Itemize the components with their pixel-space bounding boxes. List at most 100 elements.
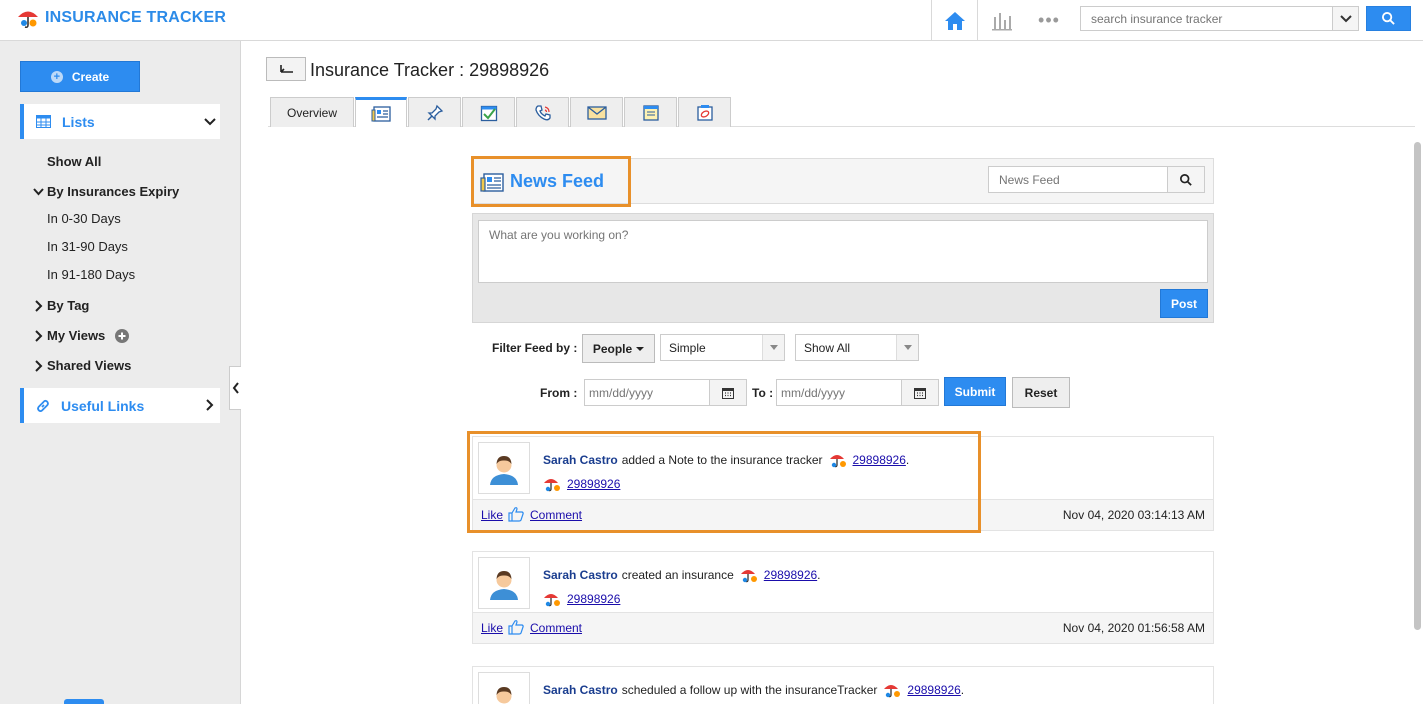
tab-task[interactable] <box>462 97 515 127</box>
chevron-right-icon <box>35 359 43 372</box>
bar-chart-icon <box>992 12 1012 30</box>
sidebar-lists-header[interactable]: Lists <box>20 104 220 139</box>
home-button[interactable] <box>931 0 978 41</box>
chevron-left-icon <box>232 382 239 394</box>
page-scrollbar[interactable] <box>1414 142 1421 630</box>
more-icon[interactable]: ••• <box>1036 0 1062 41</box>
create-button[interactable]: + Create <box>20 61 140 92</box>
tab-pin[interactable] <box>408 97 461 127</box>
insurance-record-icon <box>884 685 901 698</box>
app-logo[interactable]: INSURANCE TRACKER <box>16 6 226 30</box>
sidebar-useful-links-label: Useful Links <box>61 397 145 414</box>
feed-record-link[interactable]: 29898926 <box>907 683 960 697</box>
sidebar-item-expiry-31-90[interactable]: In 31-90 Days <box>47 239 128 254</box>
sidebar-item-label: Shared Views <box>47 358 132 373</box>
app-title: INSURANCE TRACKER <box>45 9 227 26</box>
tab-call[interactable] <box>516 97 569 127</box>
sidebar-useful-links-header[interactable]: Useful Links <box>20 388 220 423</box>
post-textarea[interactable] <box>478 220 1208 283</box>
avatar[interactable] <box>478 672 530 704</box>
add-view-icon[interactable] <box>115 328 130 343</box>
feed-record-link[interactable]: 29898926 <box>853 453 906 467</box>
feed-item: Sarah Castro scheduled a follow up with … <box>472 666 1214 704</box>
tab-news-feed[interactable] <box>355 97 407 127</box>
reset-button[interactable]: Reset <box>1012 377 1070 408</box>
feed-item-subline: 29898926 <box>543 475 620 493</box>
comment-link[interactable]: Comment <box>530 508 582 522</box>
to-label: To : <box>752 386 774 400</box>
home-icon <box>944 11 965 30</box>
people-filter-dropdown[interactable]: People <box>582 334 655 363</box>
feed-item-text: Sarah Castro added a Note to the insuran… <box>543 451 909 469</box>
tab-overview[interactable]: Overview <box>270 97 354 127</box>
sidebar-lists-label: Lists <box>62 113 95 130</box>
feed-action-text: scheduled a follow up with the insurance… <box>621 683 878 697</box>
from-date-input[interactable] <box>584 379 710 406</box>
feed-record-sub-link[interactable]: 29898926 <box>567 592 620 606</box>
like-link[interactable]: Like <box>481 508 503 522</box>
feed-scope-select[interactable]: Show All <box>795 334 919 361</box>
select-arrow-icon <box>896 335 918 360</box>
sidebar-item-expiry-0-30[interactable]: In 0-30 Days <box>47 211 121 226</box>
calendar-icon <box>914 387 926 399</box>
filter-feed-label: Filter Feed by : <box>492 341 578 355</box>
attachment-icon <box>696 104 713 121</box>
global-search-input[interactable] <box>1080 6 1333 31</box>
news-feed-search-button[interactable] <box>1167 166 1205 193</box>
search-dropdown-toggle[interactable] <box>1332 6 1359 31</box>
tab-email[interactable] <box>570 97 623 127</box>
sidebar-collapse-toggle[interactable] <box>229 366 241 410</box>
feed-item-footer: Like Comment Nov 04, 2020 01:56:58 AM <box>473 612 1213 643</box>
insurance-record-icon <box>829 455 846 468</box>
sidebar: + Create Lists Show All By Insurances Ex… <box>0 41 241 704</box>
back-button[interactable] <box>266 57 306 81</box>
avatar[interactable] <box>478 557 530 609</box>
to-date-picker-button[interactable] <box>901 379 939 406</box>
feed-user-link[interactable]: Sarah Castro <box>543 683 618 697</box>
insurance-umbrella-icon <box>18 11 38 29</box>
global-search-button[interactable] <box>1366 6 1411 31</box>
sidebar-item-by-expiry[interactable]: By Insurances Expiry <box>32 184 179 199</box>
search-icon <box>1382 12 1395 25</box>
submit-button[interactable]: Submit <box>944 377 1006 406</box>
feed-record-link[interactable]: 29898926 <box>764 568 817 582</box>
post-button[interactable]: Post <box>1160 289 1208 318</box>
chevron-right-icon <box>35 299 43 312</box>
people-filter-label: People <box>592 341 633 356</box>
sidebar-bottom-tab[interactable] <box>64 699 104 704</box>
create-label: Create <box>71 69 110 84</box>
like-link[interactable]: Like <box>481 621 503 635</box>
search-icon <box>1180 173 1192 186</box>
thumbs-up-icon[interactable] <box>508 619 524 635</box>
period-text: . <box>960 683 965 697</box>
tab-attachments[interactable] <box>678 97 731 127</box>
avatar[interactable] <box>478 442 530 494</box>
feed-type-select[interactable]: Simple <box>660 334 785 361</box>
calendar-icon <box>722 387 734 399</box>
link-icon <box>37 399 49 412</box>
insurance-record-icon <box>740 570 757 583</box>
insurance-record-icon <box>544 594 560 607</box>
to-date-input[interactable] <box>776 379 902 406</box>
from-date-picker-button[interactable] <box>709 379 747 406</box>
sidebar-item-shared-views[interactable]: Shared Views <box>32 358 131 373</box>
feed-user-link[interactable]: Sarah Castro <box>543 453 618 467</box>
sidebar-item-my-views[interactable]: My Views <box>32 328 130 343</box>
feed-record-sub-link[interactable]: 29898926 <box>567 477 620 491</box>
reports-button[interactable] <box>988 0 1016 41</box>
news-feed-search-input[interactable] <box>988 166 1168 193</box>
thumbs-up-icon[interactable] <box>508 506 524 522</box>
comment-link[interactable]: Comment <box>530 621 582 635</box>
sidebar-item-show-all[interactable]: Show All <box>47 154 101 169</box>
tab-overview-label: Overview <box>286 105 337 120</box>
tab-notes[interactable] <box>624 97 677 127</box>
back-arrow-icon <box>280 65 293 73</box>
feed-item-text: Sarah Castro scheduled a follow up with … <box>543 681 964 699</box>
sidebar-item-by-tag[interactable]: By Tag <box>32 298 89 313</box>
feed-user-link[interactable]: Sarah Castro <box>543 568 618 582</box>
sidebar-item-expiry-91-180[interactable]: In 91-180 Days <box>47 267 135 282</box>
news-feed-title-box: News Feed <box>471 156 631 207</box>
feed-action-text: added a Note to the insurance tracker <box>621 453 823 467</box>
user-avatar-icon <box>490 456 518 485</box>
news-feed-title: News Feed <box>510 171 605 191</box>
